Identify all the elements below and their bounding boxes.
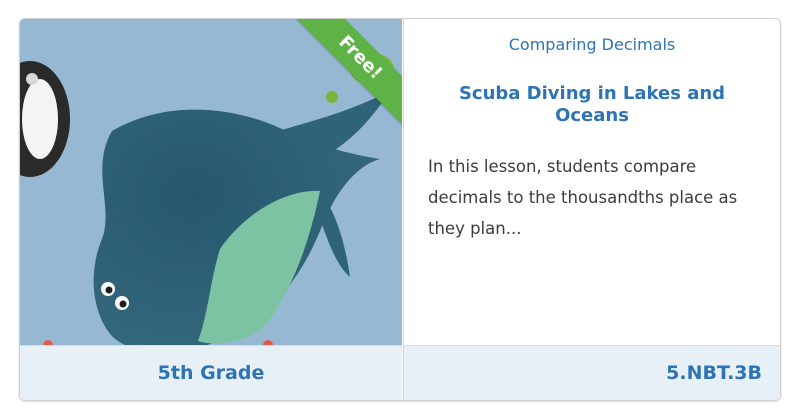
grade-label: 5th Grade: [157, 362, 265, 384]
lesson-card-image-panel: Free! 5th Grade: [20, 19, 402, 400]
grade-footer: 5th Grade: [20, 345, 402, 400]
lesson-topic: Comparing Decimals: [508, 35, 676, 54]
lesson-title[interactable]: Scuba Diving in Lakes and Oceans: [424, 83, 760, 127]
standard-code: 5.NBT.3B: [666, 362, 762, 384]
lesson-illustration: Free!: [20, 19, 402, 347]
underwater-scene: [20, 19, 402, 347]
lesson-card-info-panel: Comparing Decimals Scuba Diving in Lakes…: [403, 19, 780, 400]
lesson-card[interactable]: Free! 5th Grade Comparing Decimals Scuba…: [19, 18, 781, 401]
lesson-description: In this lesson, students compare decimal…: [428, 157, 738, 238]
standard-footer: 5.NBT.3B: [404, 345, 780, 400]
